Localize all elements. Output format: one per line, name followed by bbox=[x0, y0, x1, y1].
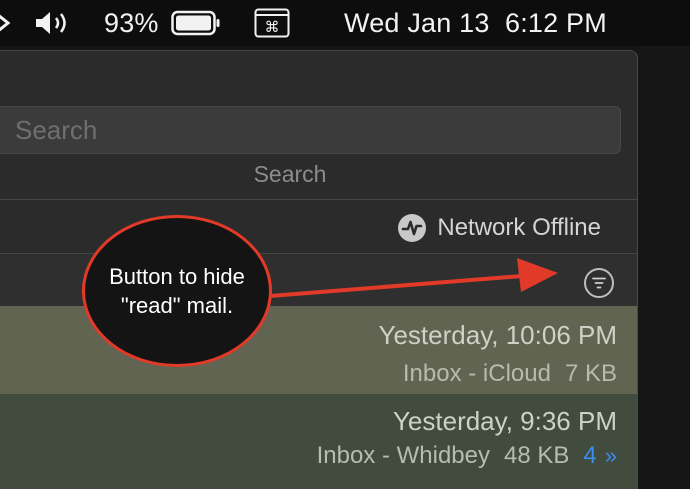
annotation-line1: Button to hide bbox=[109, 264, 245, 289]
annotation-line2: "read" mail. bbox=[120, 293, 234, 318]
annotation-callout: Button to hide "read" mail. bbox=[82, 215, 272, 367]
